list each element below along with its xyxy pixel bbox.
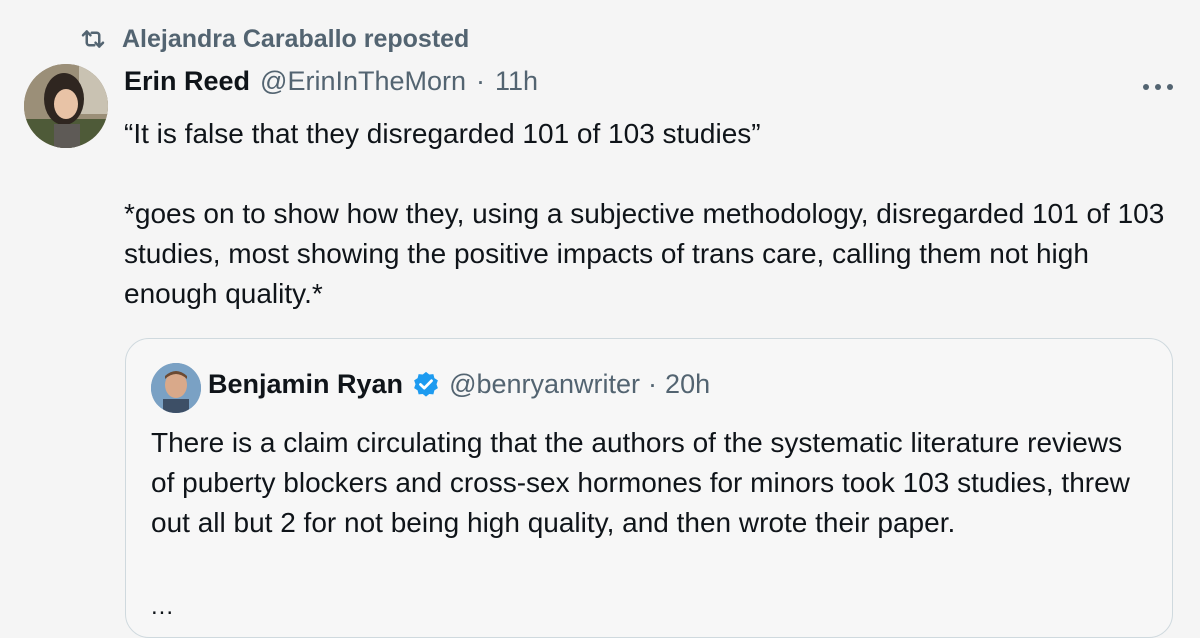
quoted-author-avatar[interactable]	[151, 363, 201, 413]
quoted-tweet-header: Benjamin Ryan @benryanwriter · 20h	[208, 369, 710, 400]
more-horizontal-icon[interactable]	[1140, 80, 1176, 92]
quoted-tweet-text: There is a claim circulating that the au…	[151, 427, 1130, 538]
tweet-paragraph: *goes on to show how they, using a subje…	[124, 198, 1165, 309]
quoted-author-handle[interactable]: @benryanwriter	[449, 369, 640, 400]
quoted-author-name[interactable]: Benjamin Ryan	[208, 369, 403, 400]
quoted-tweet-timestamp[interactable]: 20h	[665, 369, 710, 400]
quoted-tweet-body: There is a claim circulating that the au…	[151, 423, 1151, 543]
author-name[interactable]: Erin Reed	[124, 66, 250, 97]
repost-icon	[78, 24, 108, 54]
separator-dot: ·	[476, 66, 486, 96]
author-handle[interactable]: @ErinInTheMorn	[260, 66, 466, 97]
author-avatar[interactable]	[24, 64, 108, 148]
quoted-tweet-card[interactable]: Benjamin Ryan @benryanwriter · 20h There…	[125, 338, 1173, 638]
tweet-timestamp[interactable]: 11h	[495, 66, 538, 97]
repost-indicator[interactable]: Alejandra Caraballo reposted	[78, 24, 469, 54]
verified-badge-icon	[411, 370, 441, 400]
repost-label[interactable]: Alejandra Caraballo reposted	[122, 25, 469, 54]
tweet-body: “It is false that they disregarded 101 o…	[124, 114, 1174, 314]
tweet-paragraph: “It is false that they disregarded 101 o…	[124, 118, 761, 149]
separator-dot: ·	[648, 369, 658, 399]
tweet-header: Erin Reed @ErinInTheMorn · 11h	[124, 66, 538, 97]
